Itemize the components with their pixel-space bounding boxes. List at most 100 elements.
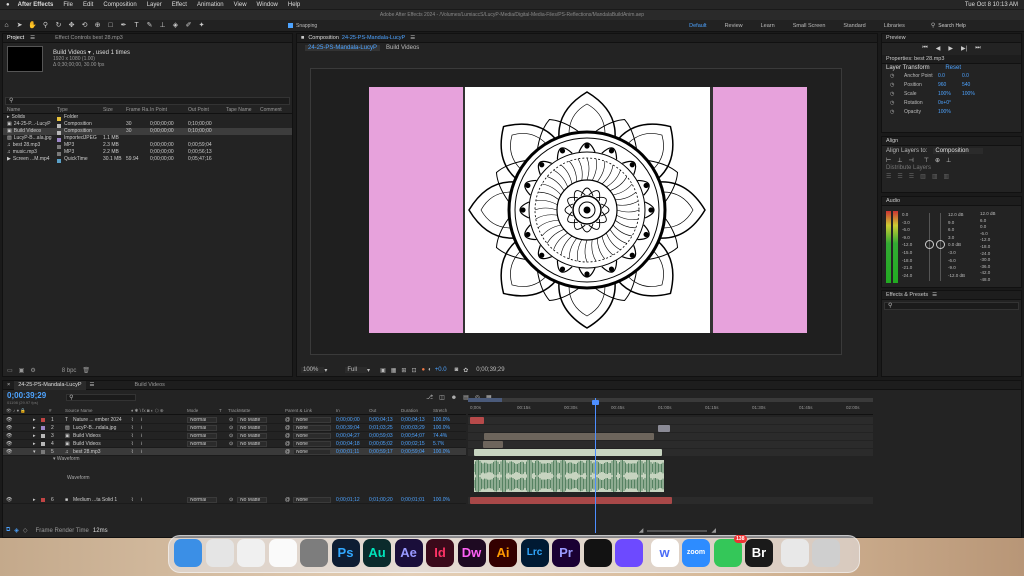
- dist-vcenter-icon[interactable]: ☰: [897, 173, 902, 180]
- dist-bottom-icon[interactable]: ☰: [909, 173, 914, 180]
- dock-messages-icon[interactable]: 138: [713, 535, 747, 567]
- layer-label-color[interactable]: [41, 434, 45, 438]
- workspace-review[interactable]: Review: [725, 23, 743, 29]
- align-right-icon[interactable]: ⊣: [908, 157, 913, 164]
- playhead[interactable]: [595, 398, 596, 533]
- transfer-icon[interactable]: ◇: [23, 527, 28, 534]
- matte-link-icon[interactable]: ⊙: [229, 440, 233, 448]
- layer-duration[interactable]: 0;00;04;13: [401, 416, 425, 424]
- parent-select[interactable]: None: [293, 425, 331, 431]
- show-snapshot-icon[interactable]: ✿: [463, 367, 468, 374]
- stopwatch-icon[interactable]: ◷: [882, 72, 896, 81]
- bpc-label[interactable]: 8 bpc: [62, 368, 77, 374]
- new-folder-icon[interactable]: ▭: [7, 367, 13, 374]
- parent-pickwhip-icon[interactable]: @: [285, 496, 290, 504]
- project-item[interactable]: ▸ Solids Folder: [3, 114, 292, 121]
- waveform-twirl-icon[interactable]: ▾: [53, 456, 56, 462]
- switch-shy-icon[interactable]: ⌇: [131, 424, 133, 432]
- twirl-icon[interactable]: ▾: [33, 448, 36, 456]
- layer-row[interactable]: 👁 ▸ 6 ■ Medium ...ta Solid 1 ⌇ / Normal ⊙ No Matt…: [3, 496, 466, 504]
- layer-in[interactable]: 0;00;01;12: [336, 496, 360, 504]
- layer-out[interactable]: 0;00;04;13: [369, 416, 393, 424]
- search-icon[interactable]: ⚲: [931, 22, 935, 29]
- dock-system-settings-icon[interactable]: [300, 539, 328, 567]
- layer-stretch[interactable]: 100.0%: [433, 424, 450, 432]
- exposure-icon[interactable]: ◐: [428, 367, 432, 373]
- eye-icon[interactable]: 👁: [6, 440, 12, 448]
- parent-pickwhip-icon[interactable]: @: [285, 440, 290, 448]
- menu-file[interactable]: File: [63, 2, 73, 8]
- exposure-value[interactable]: +0.0: [435, 367, 447, 373]
- menu-effect[interactable]: Effect: [172, 2, 187, 8]
- switch-shy-icon[interactable]: ⌇: [131, 440, 133, 448]
- zoom-dropdown-icon[interactable]: ▾: [324, 367, 327, 374]
- project-item[interactable]: ▣ 24-25-P...-LucyP Composition 30 0;00;00;00…: [3, 121, 292, 128]
- stopwatch-icon[interactable]: ◷: [882, 108, 896, 117]
- layer-row[interactable]: 👁 ▸ 1 T Nature ... ember 2024 ⌇ / Normal ⊙ No Mat…: [3, 416, 466, 424]
- dist-hcenter-icon[interactable]: ▥: [932, 173, 938, 180]
- layer-duration[interactable]: 0;00;03;29: [401, 424, 425, 432]
- col-inpoint[interactable]: In Point: [150, 107, 188, 113]
- mode-select[interactable]: Normal: [187, 441, 217, 447]
- pen-tool-icon[interactable]: ✒: [119, 21, 128, 30]
- lock-icon[interactable]: ■: [301, 34, 304, 43]
- layer-duration[interactable]: 0;00;01;01: [401, 496, 425, 504]
- color-channel-icon[interactable]: ●: [421, 367, 425, 373]
- layer-out[interactable]: 0;00;05;02: [369, 440, 393, 448]
- menu-help[interactable]: Help: [288, 2, 300, 8]
- dock-photoshop-icon[interactable]: Ps: [331, 539, 360, 567]
- comp-viewer[interactable]: [310, 68, 842, 355]
- roto-tool-icon[interactable]: ✐: [184, 21, 193, 30]
- playhead-head[interactable]: [592, 400, 599, 405]
- type-tool-icon[interactable]: T: [132, 21, 141, 30]
- align-bottom-icon[interactable]: ⊥: [946, 157, 951, 164]
- layer-duration[interactable]: 0;00;59;04: [401, 448, 425, 456]
- trash-icon[interactable]: 🗑: [82, 367, 90, 374]
- zoom-tool-icon[interactable]: ⚲: [41, 21, 50, 30]
- time-ruler[interactable]: 0;00s 00:15s 00:30s 00:45s 01:00s 01:15s 01:30…: [468, 398, 873, 415]
- trackmatte-select[interactable]: No Matte: [237, 417, 267, 423]
- property-value-2[interactable]: [962, 108, 986, 117]
- col-framerate[interactable]: Frame Ra...: [126, 107, 150, 113]
- switch-quality-icon[interactable]: /: [141, 416, 142, 424]
- first-frame-icon[interactable]: ⏮: [922, 45, 927, 52]
- property-value-1[interactable]: 960: [938, 81, 962, 90]
- col-tapename[interactable]: Tape Name: [226, 107, 260, 113]
- home-icon[interactable]: ⌂: [2, 21, 11, 30]
- trackmatte-select[interactable]: No Matte: [237, 425, 267, 431]
- twirl-icon[interactable]: ▸: [33, 496, 36, 504]
- transparency-grid-icon[interactable]: ▦: [391, 367, 397, 374]
- layer-stretch[interactable]: 100.0%: [433, 448, 450, 456]
- prev-frame-icon[interactable]: ◀: [936, 45, 941, 52]
- switch-quality-icon[interactable]: /: [141, 448, 142, 456]
- layer-label-color[interactable]: [41, 442, 45, 446]
- comp-tab-name[interactable]: 24-25-PS-Mandala-LucyP: [342, 34, 405, 43]
- project-item[interactable]: ▶ Screen ...M.mp4 QuickTime 30.1 MB 59.94 0;0…: [3, 156, 292, 163]
- dock-launchpad-icon[interactable]: [205, 539, 234, 567]
- audio-slider-right-knob[interactable]: [936, 240, 945, 249]
- timeline-close-icon[interactable]: ×: [7, 381, 10, 390]
- dock-dreamweaver-icon[interactable]: Dw: [457, 539, 486, 567]
- layer-row[interactable]: 👁 ▸ 2 ▨ LucyP-B...ndala.jpg ⌇ / Normal ⊙ No Matte…: [3, 424, 466, 432]
- guides-icon[interactable]: ⊡: [411, 367, 416, 374]
- workspace-small-screen[interactable]: Small Screen: [793, 23, 826, 29]
- label-color-swatch[interactable]: [57, 159, 61, 163]
- parent-select[interactable]: None: [293, 433, 331, 439]
- menu-edit[interactable]: Edit: [83, 2, 93, 8]
- trackmatte-select[interactable]: No Matte: [237, 497, 267, 503]
- layer-row[interactable]: 👁 ▸ 3 ▣ Build Videos ⌇ / Normal ⊙ No Matte @ None 0;…: [3, 432, 466, 440]
- layer-label-color[interactable]: [41, 450, 45, 454]
- comp-menu-icon[interactable]: ☰: [410, 34, 415, 43]
- col-outpoint[interactable]: Out Point: [188, 107, 226, 113]
- parent-pickwhip-icon[interactable]: @: [285, 416, 290, 424]
- layer-bar-2[interactable]: [658, 425, 670, 432]
- mode-select[interactable]: Normal: [187, 425, 217, 431]
- layer-in[interactable]: 0;00;04;27: [336, 432, 360, 440]
- parent-select[interactable]: None: [293, 449, 331, 455]
- layer-name[interactable]: Build Videos: [73, 432, 129, 440]
- resolution-dropdown-icon[interactable]: ▾: [367, 367, 370, 374]
- reset-link[interactable]: Reset: [945, 65, 961, 71]
- parent-pickwhip-icon[interactable]: @: [285, 424, 290, 432]
- clock[interactable]: Tue Oct 8 10:13 AM: [965, 2, 1018, 8]
- trackmatte-select[interactable]: No Matte: [237, 441, 267, 447]
